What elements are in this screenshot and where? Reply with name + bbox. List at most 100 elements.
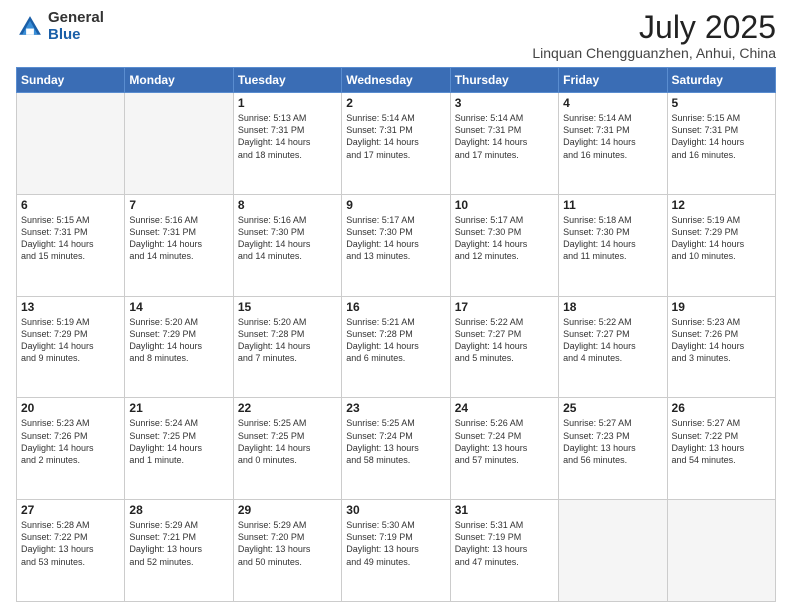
calendar-cell: 14 Sunrise: 5:20 AMSunset: 7:29 PMDayligh… [125, 296, 233, 398]
calendar-cell: 30Sunrise: 5:30 AMSunset: 7:19 PMDayligh… [342, 500, 450, 602]
calendar-cell: 24 Sunrise: 5:26 AMSunset: 7:24 PMDayligh… [450, 398, 558, 500]
calendar-cell: 26 Sunrise: 5:27 AMSunset: 7:22 PMDayligh… [667, 398, 775, 500]
day-number: 20 [21, 401, 120, 415]
day-number: 16 [346, 300, 445, 314]
day-number: 24 [455, 401, 554, 415]
calendar-cell [559, 500, 667, 602]
calendar-cell: 2 Sunrise: 5:14 AMSunset: 7:31 PMDaylight… [342, 93, 450, 195]
day-number: 23 [346, 401, 445, 415]
calendar-cell [17, 93, 125, 195]
cell-details: Sunrise: 5:13 AMSunset: 7:31 PMDaylight:… [238, 112, 337, 161]
cell-details: Sunrise: 5:14 AMSunset: 7:31 PMDaylight:… [346, 112, 445, 161]
calendar-cell: 20 Sunrise: 5:23 AMSunset: 7:26 PMDayligh… [17, 398, 125, 500]
header: General Blue July 2025 Linquan Chengguan… [16, 10, 776, 61]
calendar-week-0: 1 Sunrise: 5:13 AMSunset: 7:31 PMDaylight… [17, 93, 776, 195]
calendar-cell [667, 500, 775, 602]
calendar-cell: 4 Sunrise: 5:14 AMSunset: 7:31 PMDaylight… [559, 93, 667, 195]
calendar-cell: 19 Sunrise: 5:23 AMSunset: 7:26 PMDayligh… [667, 296, 775, 398]
cell-details: Sunrise: 5:23 AMSunset: 7:26 PMDaylight:… [21, 417, 120, 466]
day-number: 10 [455, 198, 554, 212]
day-number: 25 [563, 401, 662, 415]
day-number: 13 [21, 300, 120, 314]
calendar-cell: 29Sunrise: 5:29 AMSunset: 7:20 PMDayligh… [233, 500, 341, 602]
day-number: 7 [129, 198, 228, 212]
calendar-cell: 3Sunrise: 5:14 AMSunset: 7:31 PMDaylight… [450, 93, 558, 195]
cell-details: Sunrise: 5:15 AMSunset: 7:31 PMDaylight:… [21, 214, 120, 263]
calendar-cell [125, 93, 233, 195]
cell-details: Sunrise: 5:29 AMSunset: 7:21 PMDaylight:… [129, 519, 228, 568]
cell-details: Sunrise: 5:26 AMSunset: 7:24 PMDaylight:… [455, 417, 554, 466]
day-number: 12 [672, 198, 771, 212]
day-number: 2 [346, 96, 445, 110]
calendar-cell: 13 Sunrise: 5:19 AMSunset: 7:29 PMDayligh… [17, 296, 125, 398]
calendar-week-1: 6Sunrise: 5:15 AMSunset: 7:31 PMDaylight… [17, 194, 776, 296]
cell-details: Sunrise: 5:16 AMSunset: 7:30 PMDaylight:… [238, 214, 337, 263]
cell-details: Sunrise: 5:22 AMSunset: 7:27 PMDaylight:… [455, 316, 554, 365]
logo-blue: Blue [48, 27, 104, 44]
col-header-sunday: Sunday [17, 68, 125, 93]
cell-details: Sunrise: 5:18 AMSunset: 7:30 PMDaylight:… [563, 214, 662, 263]
cell-details: Sunrise: 5:19 AMSunset: 7:29 PMDaylight:… [21, 316, 120, 365]
calendar-table: SundayMondayTuesdayWednesdayThursdayFrid… [16, 67, 776, 602]
calendar-header-row: SundayMondayTuesdayWednesdayThursdayFrid… [17, 68, 776, 93]
day-number: 22 [238, 401, 337, 415]
calendar-cell: 1 Sunrise: 5:13 AMSunset: 7:31 PMDaylight… [233, 93, 341, 195]
calendar-cell: 12Sunrise: 5:19 AMSunset: 7:29 PMDayligh… [667, 194, 775, 296]
cell-details: Sunrise: 5:20 AMSunset: 7:29 PMDaylight:… [129, 316, 228, 365]
col-header-friday: Friday [559, 68, 667, 93]
day-number: 26 [672, 401, 771, 415]
cell-details: Sunrise: 5:27 AMSunset: 7:23 PMDaylight:… [563, 417, 662, 466]
cell-details: Sunrise: 5:29 AMSunset: 7:20 PMDaylight:… [238, 519, 337, 568]
cell-details: Sunrise: 5:25 AMSunset: 7:24 PMDaylight:… [346, 417, 445, 466]
calendar-cell: 15Sunrise: 5:20 AMSunset: 7:28 PMDayligh… [233, 296, 341, 398]
calendar-week-2: 13 Sunrise: 5:19 AMSunset: 7:29 PMDayligh… [17, 296, 776, 398]
col-header-monday: Monday [125, 68, 233, 93]
col-header-wednesday: Wednesday [342, 68, 450, 93]
cell-details: Sunrise: 5:27 AMSunset: 7:22 PMDaylight:… [672, 417, 771, 466]
day-number: 5 [672, 96, 771, 110]
calendar-cell: 18 Sunrise: 5:22 AMSunset: 7:27 PMDayligh… [559, 296, 667, 398]
day-number: 1 [238, 96, 337, 110]
day-number: 18 [563, 300, 662, 314]
cell-details: Sunrise: 5:21 AMSunset: 7:28 PMDaylight:… [346, 316, 445, 365]
calendar-cell: 23 Sunrise: 5:25 AMSunset: 7:24 PMDayligh… [342, 398, 450, 500]
logo-text: General Blue [48, 10, 104, 43]
calendar-cell: 8 Sunrise: 5:16 AMSunset: 7:30 PMDaylight… [233, 194, 341, 296]
calendar-cell: 22 Sunrise: 5:25 AMSunset: 7:25 PMDayligh… [233, 398, 341, 500]
day-number: 8 [238, 198, 337, 212]
cell-details: Sunrise: 5:23 AMSunset: 7:26 PMDaylight:… [672, 316, 771, 365]
col-header-tuesday: Tuesday [233, 68, 341, 93]
day-number: 31 [455, 503, 554, 517]
col-header-thursday: Thursday [450, 68, 558, 93]
calendar-cell: 17Sunrise: 5:22 AMSunset: 7:27 PMDayligh… [450, 296, 558, 398]
day-number: 14 [129, 300, 228, 314]
logo-general: General [48, 10, 104, 27]
cell-details: Sunrise: 5:15 AMSunset: 7:31 PMDaylight:… [672, 112, 771, 161]
cell-details: Sunrise: 5:17 AMSunset: 7:30 PMDaylight:… [346, 214, 445, 263]
calendar-cell: 25 Sunrise: 5:27 AMSunset: 7:23 PMDayligh… [559, 398, 667, 500]
cell-details: Sunrise: 5:14 AMSunset: 7:31 PMDaylight:… [455, 112, 554, 161]
day-number: 28 [129, 503, 228, 517]
day-number: 11 [563, 198, 662, 212]
day-number: 19 [672, 300, 771, 314]
calendar-cell: 31Sunrise: 5:31 AMSunset: 7:19 PMDayligh… [450, 500, 558, 602]
col-header-saturday: Saturday [667, 68, 775, 93]
day-number: 27 [21, 503, 120, 517]
day-number: 4 [563, 96, 662, 110]
cell-details: Sunrise: 5:28 AMSunset: 7:22 PMDaylight:… [21, 519, 120, 568]
calendar-week-4: 27 Sunrise: 5:28 AMSunset: 7:22 PMDayligh… [17, 500, 776, 602]
calendar-cell: 28 Sunrise: 5:29 AMSunset: 7:21 PMDayligh… [125, 500, 233, 602]
cell-details: Sunrise: 5:24 AMSunset: 7:25 PMDaylight:… [129, 417, 228, 466]
cell-details: Sunrise: 5:17 AMSunset: 7:30 PMDaylight:… [455, 214, 554, 263]
cell-details: Sunrise: 5:25 AMSunset: 7:25 PMDaylight:… [238, 417, 337, 466]
calendar-cell: 9Sunrise: 5:17 AMSunset: 7:30 PMDaylight… [342, 194, 450, 296]
calendar-week-3: 20 Sunrise: 5:23 AMSunset: 7:26 PMDayligh… [17, 398, 776, 500]
cell-details: Sunrise: 5:16 AMSunset: 7:31 PMDaylight:… [129, 214, 228, 263]
logo-icon [16, 13, 44, 41]
calendar-cell: 6Sunrise: 5:15 AMSunset: 7:31 PMDaylight… [17, 194, 125, 296]
page: General Blue July 2025 Linquan Chengguan… [0, 0, 792, 612]
cell-details: Sunrise: 5:22 AMSunset: 7:27 PMDaylight:… [563, 316, 662, 365]
cell-details: Sunrise: 5:14 AMSunset: 7:31 PMDaylight:… [563, 112, 662, 161]
calendar-cell: 16 Sunrise: 5:21 AMSunset: 7:28 PMDayligh… [342, 296, 450, 398]
day-number: 21 [129, 401, 228, 415]
